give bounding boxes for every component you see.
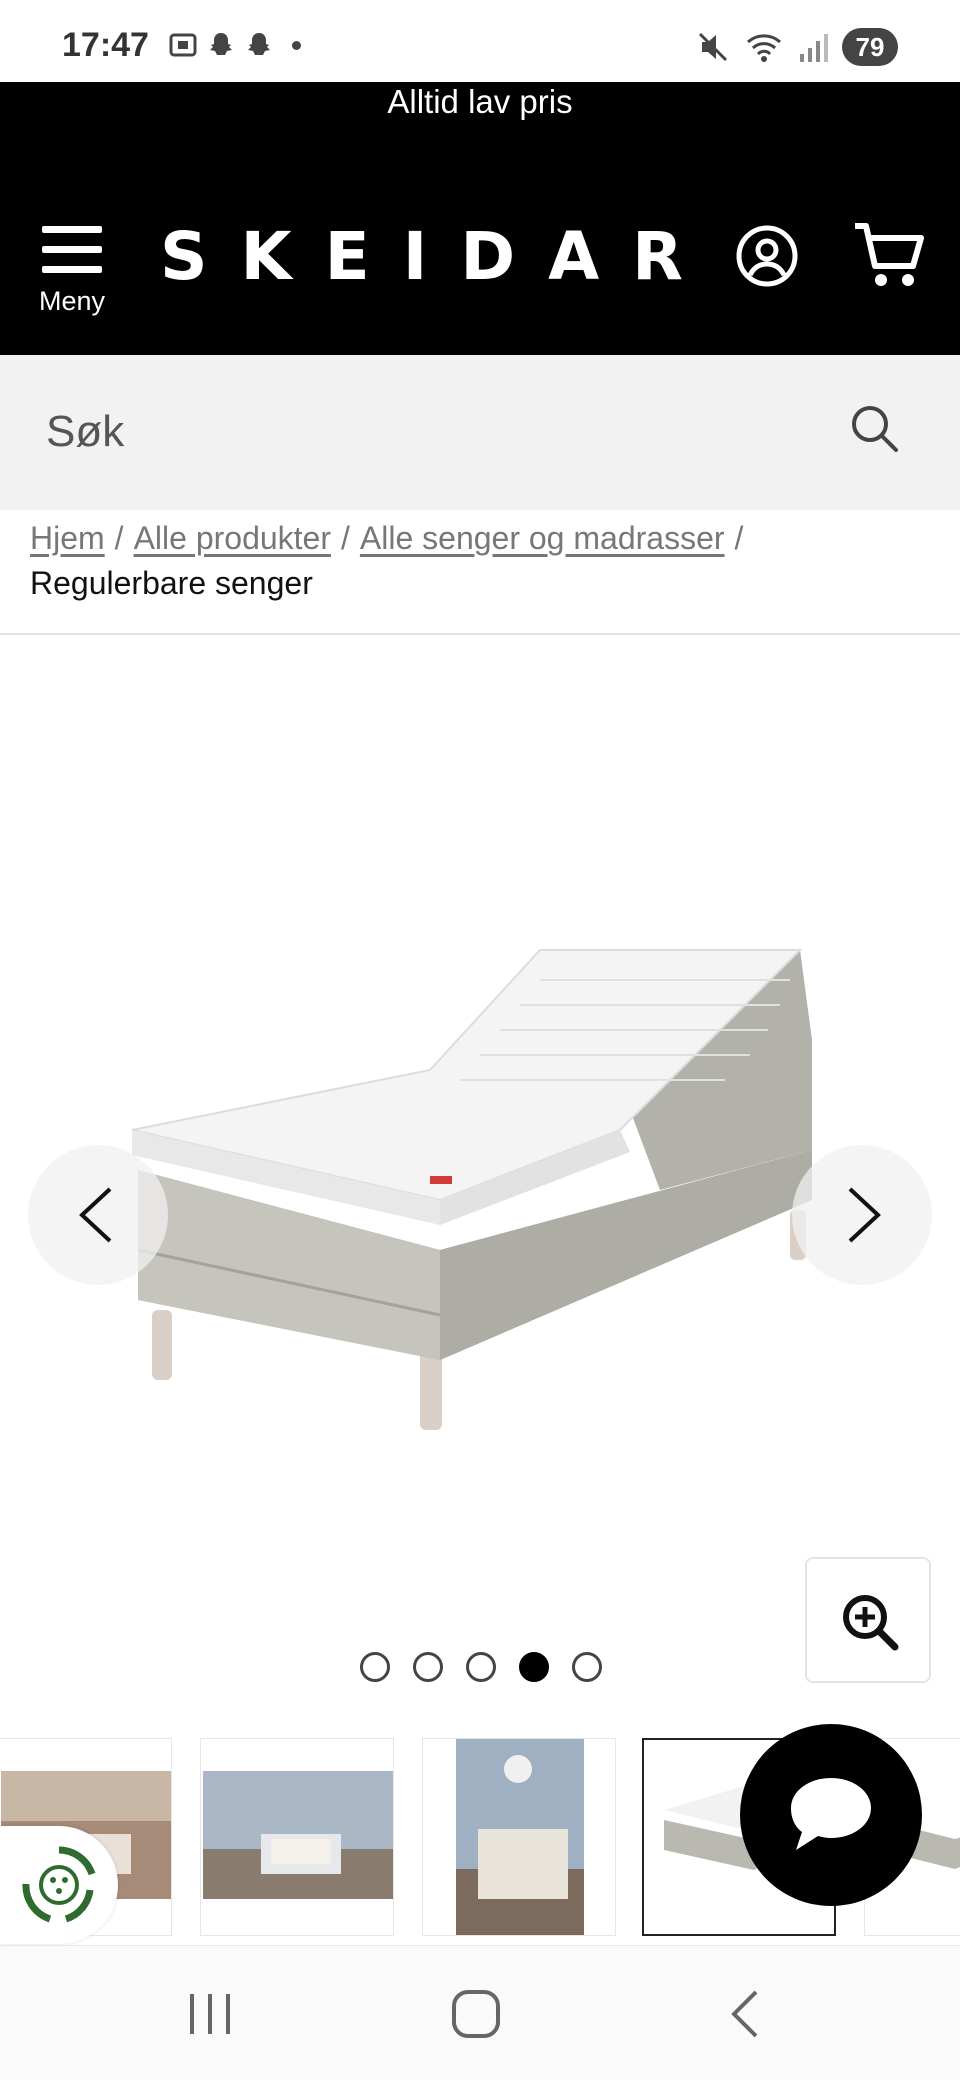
more-notifications-dot (292, 40, 301, 50)
recycle-icon (22, 1846, 96, 1923)
menu-label: Meny (38, 286, 106, 316)
product-image[interactable] (100, 920, 860, 1520)
carousel-dot-active[interactable] (519, 1652, 549, 1682)
breadcrumb-separator: / (734, 520, 744, 556)
status-bar: 17:47 79 (0, 0, 960, 82)
notification-icons (168, 30, 301, 60)
previous-image-button[interactable] (28, 1145, 168, 1285)
screenshot-icon (169, 33, 197, 57)
carousel-dot[interactable] (360, 1652, 390, 1682)
breadcrumb-link-beds-mattresses[interactable]: Alle senger og madrasser (360, 520, 725, 556)
carousel-dots (360, 1652, 602, 1682)
system-navigation-bar (0, 1945, 960, 2080)
snapchat-icon (210, 33, 232, 55)
account-icon[interactable] (735, 224, 799, 288)
mute-icon (698, 32, 728, 62)
hamburger-icon (42, 222, 102, 276)
status-time: 17:47 (62, 26, 149, 64)
snapchat-icon (248, 33, 270, 55)
promo-banner: Alltid lav pris (387, 83, 573, 120)
search-bar (0, 355, 960, 510)
menu-button[interactable]: Meny (30, 222, 114, 322)
thumbnail[interactable] (200, 1738, 394, 1936)
eco-badge[interactable] (0, 1826, 118, 1944)
thumbnail[interactable] (422, 1738, 616, 1936)
recent-apps-icon[interactable] (180, 1986, 240, 2042)
system-icons: 79 (696, 28, 898, 66)
battery-indicator: 79 (842, 28, 898, 66)
chevron-right-icon (848, 1187, 881, 1243)
carousel-dot[interactable] (572, 1652, 602, 1682)
cart-icon[interactable] (852, 220, 926, 290)
search-icon[interactable] (848, 402, 900, 454)
chevron-left-icon (79, 1187, 112, 1243)
breadcrumb: Hjem / Alle produkter / Alle senger og madra… (30, 516, 940, 606)
chat-bubble-icon (791, 1778, 871, 1850)
signal-icon (800, 34, 828, 62)
breadcrumb-separator: / (341, 520, 350, 556)
zoom-in-icon (843, 1595, 899, 1651)
carousel-dot[interactable] (466, 1652, 496, 1682)
chat-button[interactable] (740, 1724, 922, 1906)
breadcrumb-current: Regulerbare senger (30, 565, 313, 601)
wifi-icon (747, 34, 781, 62)
site-logo[interactable]: SKEIDAR (160, 218, 683, 295)
search-input[interactable] (46, 399, 826, 465)
breadcrumb-separator: / (114, 520, 124, 556)
site-header: Alltid lav pris Meny SKEIDAR (0, 82, 960, 355)
breadcrumb-link-home[interactable]: Hjem (30, 520, 105, 556)
next-image-button[interactable] (792, 1145, 932, 1285)
home-icon[interactable] (446, 1986, 506, 2042)
breadcrumb-link-all-products[interactable]: Alle produkter (134, 520, 331, 556)
zoom-button[interactable] (805, 1557, 931, 1683)
divider (0, 633, 960, 635)
back-icon[interactable] (716, 1986, 776, 2042)
carousel-dot[interactable] (413, 1652, 443, 1682)
